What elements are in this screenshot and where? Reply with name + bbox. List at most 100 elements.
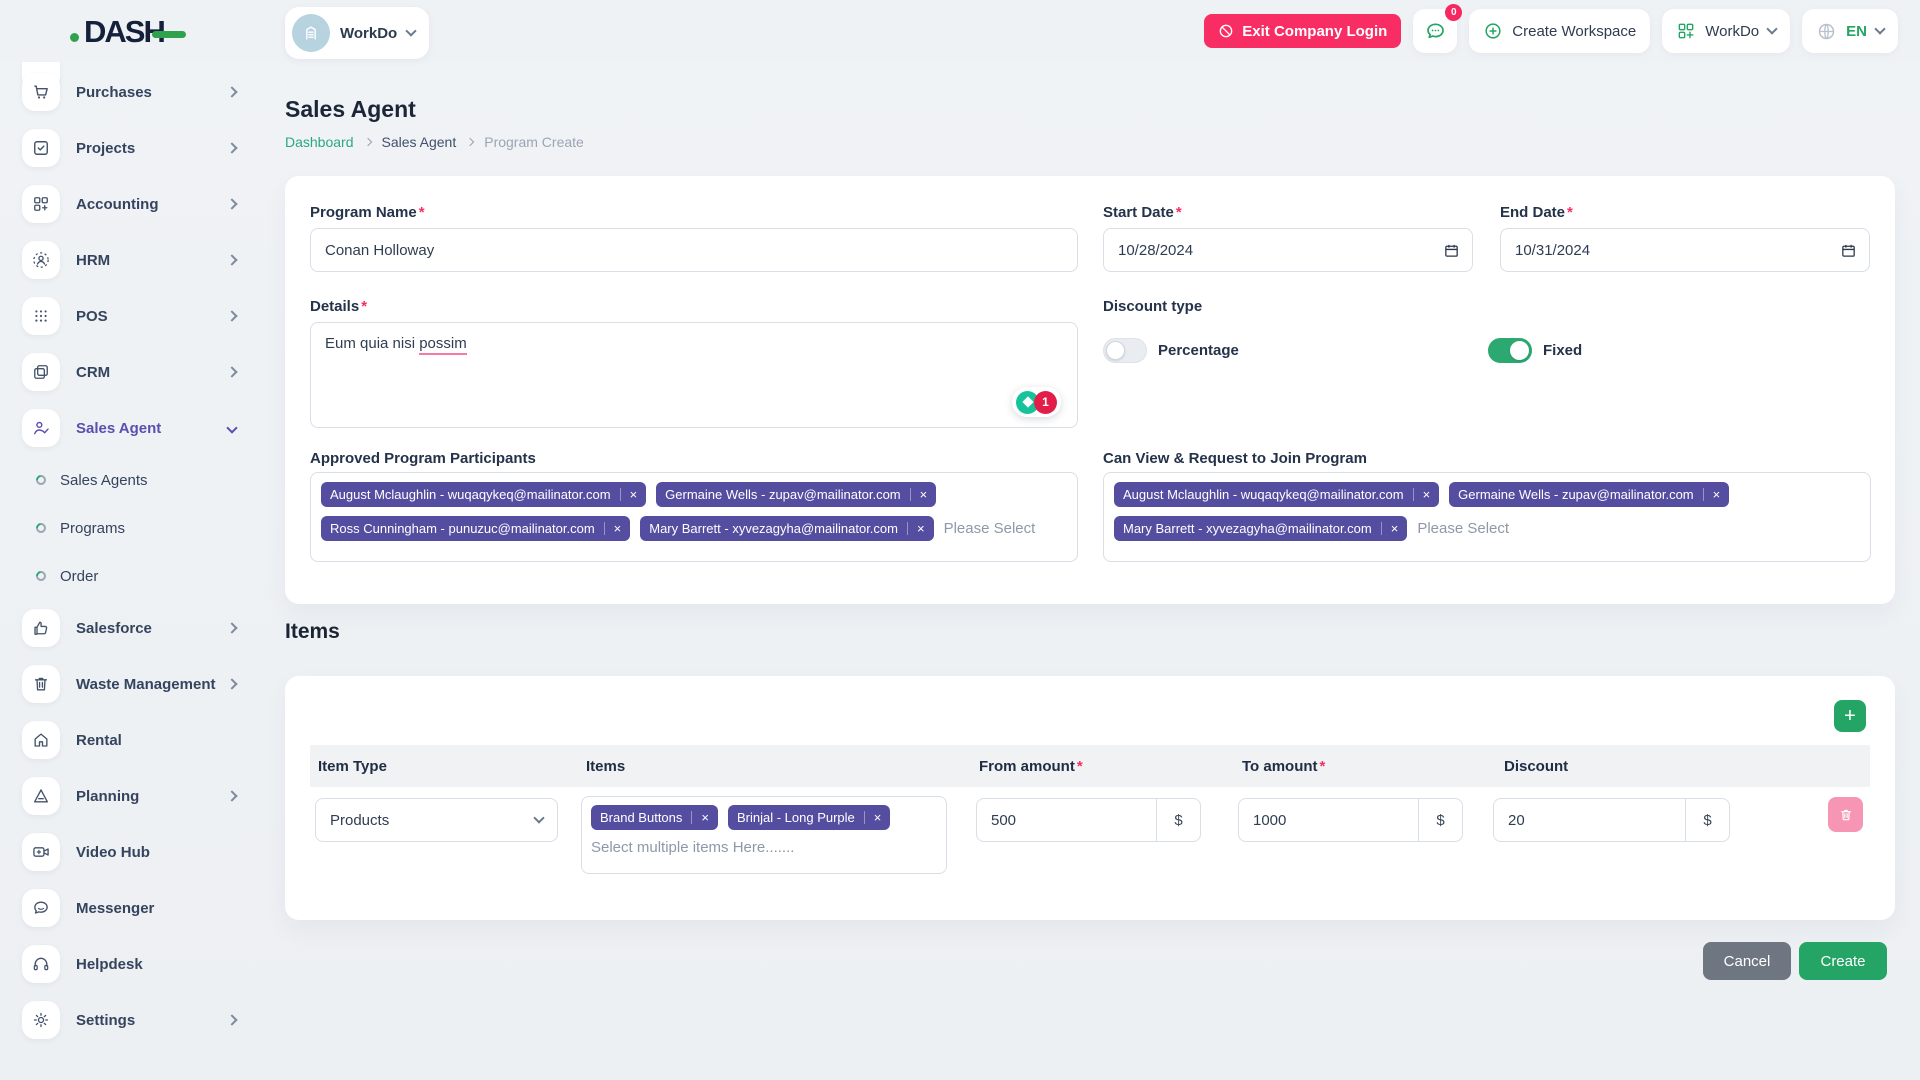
grammarly-widget[interactable]: 1: [1012, 387, 1061, 417]
item-tag: Brand Buttons×: [591, 805, 718, 830]
chevron-down-icon: [1874, 23, 1885, 34]
items-placeholder: Select multiple items Here.......: [591, 839, 937, 856]
items-multiselect[interactable]: Brand Buttons× Brinjal - Long Purple× Se…: [581, 796, 947, 874]
sidebar-item-pos[interactable]: POS: [22, 288, 236, 344]
thumbs-up-icon: [22, 609, 60, 647]
app-switcher-button[interactable]: WorkDo: [1662, 9, 1790, 53]
end-date-label: End Date*: [1500, 204, 1573, 221]
sidebar-item-video-hub[interactable]: Video Hub: [22, 824, 236, 880]
column-to-amount: To amount*: [1242, 758, 1504, 775]
currency-addon: $: [1685, 799, 1729, 841]
sidebar-item-waste-management[interactable]: Waste Management: [22, 656, 236, 712]
discount-input[interactable]: [1494, 799, 1685, 841]
breadcrumb-sales-agent-link[interactable]: Sales Agent: [382, 134, 457, 150]
chevron-right-icon: [226, 622, 237, 633]
sidebar-item-rental[interactable]: Rental: [22, 712, 236, 768]
remove-tag-icon[interactable]: ×: [620, 488, 638, 501]
breadcrumb-dashboard-link[interactable]: Dashboard: [285, 134, 354, 150]
currency-addon: $: [1418, 799, 1462, 841]
sidebar-item-planning[interactable]: Planning: [22, 768, 236, 824]
to-amount-group: $: [1238, 798, 1463, 842]
chat-icon: [22, 889, 60, 927]
building-icon: [301, 23, 321, 43]
language-code: EN: [1846, 23, 1867, 40]
discount-type-fixed-option: Fixed: [1488, 338, 1582, 363]
exit-button-label: Exit Company Login: [1242, 23, 1387, 40]
sidebar-item-label: Messenger: [76, 900, 154, 917]
remove-tag-icon[interactable]: ×: [604, 522, 622, 535]
sidebar-item-salesforce[interactable]: Salesforce: [22, 600, 236, 656]
chevron-right-icon: [226, 254, 237, 265]
trash-icon: [1838, 807, 1854, 823]
breadcrumb-current: Program Create: [484, 134, 584, 150]
approved-participants-multiselect[interactable]: August Mclaughlin - wuqaqykeq@mailinator…: [310, 472, 1078, 562]
sidebar-item-projects[interactable]: Projects: [22, 120, 236, 176]
sidebar-item-messenger[interactable]: Messenger: [22, 880, 236, 936]
workspace-avatar: [292, 14, 330, 52]
remove-tag-icon[interactable]: ×: [1381, 522, 1399, 535]
language-selector[interactable]: EN: [1802, 9, 1898, 53]
start-date-input[interactable]: [1104, 229, 1472, 271]
program-name-label: Program Name*: [310, 204, 425, 221]
sidebar-subitem-programs[interactable]: Programs: [22, 504, 252, 552]
participant-tag: August Mclaughlin - wuqaqykeq@mailinator…: [1114, 482, 1439, 507]
sidebar-item-hrm[interactable]: HRM: [22, 232, 236, 288]
fixed-toggle[interactable]: [1488, 338, 1532, 363]
column-items: Items: [586, 758, 979, 775]
remove-tag-icon[interactable]: ×: [864, 811, 882, 824]
sidebar-subitem-order[interactable]: Order: [22, 552, 252, 600]
sidebar-item-crm[interactable]: CRM: [22, 344, 236, 400]
discount-type-label: Discount type: [1103, 298, 1202, 315]
item-type-select[interactable]: Products: [315, 798, 558, 842]
items-table-header: Item Type Items From amount* To amount* …: [310, 745, 1870, 787]
start-date-label: Start Date*: [1103, 204, 1182, 221]
sidebar-subitem-label: Sales Agents: [60, 472, 148, 489]
approved-participants-label: Approved Program Participants: [310, 450, 536, 467]
calendar-icon[interactable]: [1443, 242, 1460, 259]
remove-tag-icon[interactable]: ×: [1413, 488, 1431, 501]
sidebar-item-helpdesk[interactable]: Helpdesk: [22, 936, 236, 992]
workspace-name: WorkDo: [340, 25, 397, 42]
remove-tag-icon[interactable]: ×: [910, 488, 928, 501]
sidebar-item-label: Sales Agent: [76, 420, 161, 437]
sidebar-item-settings[interactable]: Settings: [22, 992, 236, 1048]
sidebar-item-purchases[interactable]: Purchases: [22, 64, 236, 120]
program-name-input[interactable]: [311, 229, 1077, 271]
sidebar-item-sales-agent[interactable]: Sales Agent: [22, 400, 236, 456]
chevron-right-icon: [226, 142, 237, 153]
remove-tag-icon[interactable]: ×: [907, 522, 925, 535]
delete-item-row-button[interactable]: [1828, 797, 1863, 832]
overlap-squares-icon: [22, 353, 60, 391]
sidebar-subitem-sales-agents[interactable]: Sales Agents: [22, 456, 252, 504]
items-card: + Item Type Items From amount* To amount…: [285, 676, 1895, 920]
submenu-bullet-icon: [34, 569, 48, 583]
calendar-icon[interactable]: [1840, 242, 1857, 259]
brand-logo[interactable]: DASH: [70, 14, 186, 50]
cancel-button[interactable]: Cancel: [1703, 942, 1791, 980]
create-workspace-button[interactable]: Create Workspace: [1469, 9, 1650, 53]
remove-tag-icon[interactable]: ×: [691, 811, 709, 824]
to-amount-input[interactable]: [1239, 799, 1418, 841]
toggle-knob: [1510, 341, 1529, 360]
from-amount-input[interactable]: [977, 799, 1156, 841]
end-date-input[interactable]: [1501, 229, 1869, 271]
messages-button[interactable]: 0: [1413, 9, 1457, 53]
percentage-toggle[interactable]: [1103, 338, 1147, 363]
chevron-right-icon: [466, 138, 474, 146]
sidebar-item-label: Purchases: [76, 84, 152, 101]
sidebar-item-accounting[interactable]: Accounting: [22, 176, 236, 232]
chevron-right-icon: [226, 678, 237, 689]
toggle-knob: [1106, 341, 1125, 360]
can-view-multiselect[interactable]: August Mclaughlin - wuqaqykeq@mailinator…: [1103, 472, 1871, 562]
remove-tag-icon[interactable]: ×: [1703, 488, 1721, 501]
participant-tag: August Mclaughlin - wuqaqykeq@mailinator…: [321, 482, 646, 507]
details-textarea[interactable]: Eum quia nisi possim 1: [310, 322, 1078, 428]
create-button[interactable]: Create: [1799, 942, 1887, 980]
submenu-bullet-icon: [34, 521, 48, 535]
sidebar-item-label: Video Hub: [76, 844, 150, 861]
add-item-row-button[interactable]: +: [1834, 700, 1866, 732]
exit-company-login-button[interactable]: Exit Company Login: [1204, 14, 1401, 48]
participant-tag: Germaine Wells - zupav@mailinator.com×: [1449, 482, 1729, 507]
sidebar-item-label: POS: [76, 308, 108, 325]
workspace-selector[interactable]: WorkDo: [285, 7, 429, 59]
